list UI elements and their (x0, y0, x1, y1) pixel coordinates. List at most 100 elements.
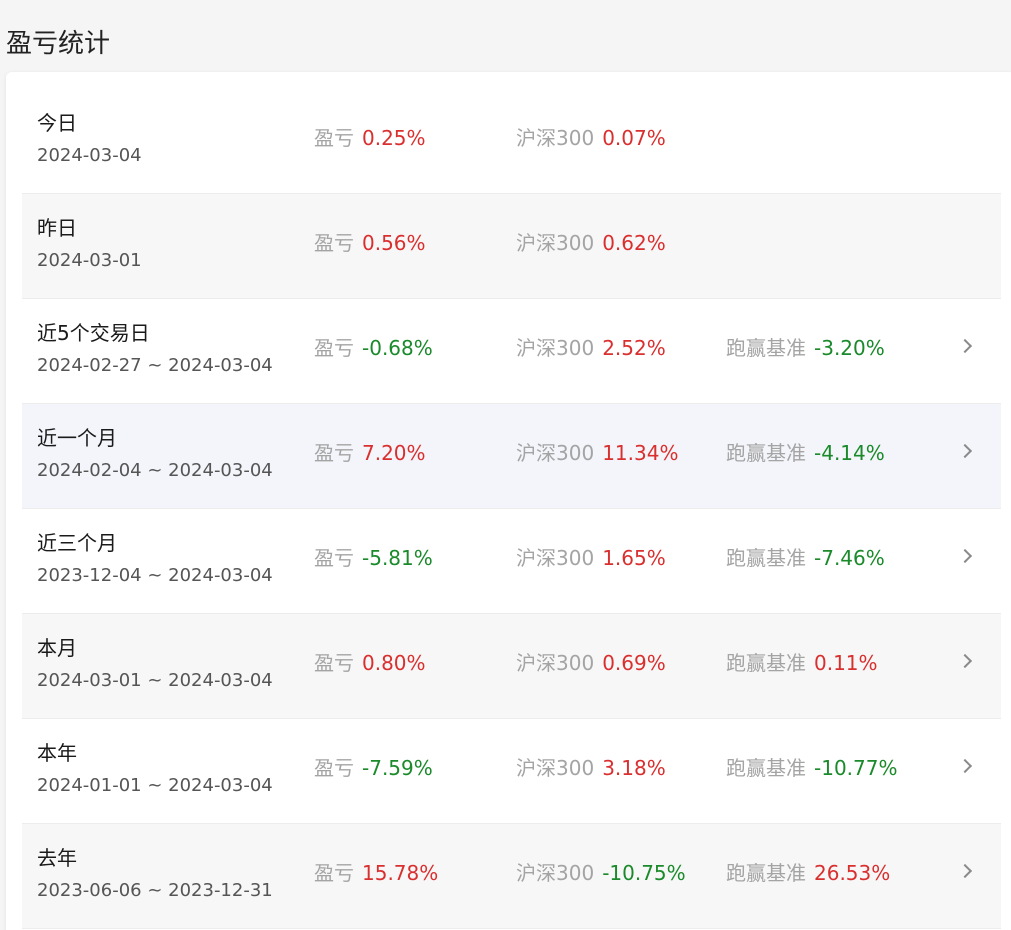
stats-row-this-year[interactable]: 本年 2024-01-01 ~ 2024-03-04 盈亏 -7.59% 沪深30… (22, 719, 1001, 824)
benchmark-value: 11.34% (602, 441, 679, 465)
benchmark-metric: 沪深300 1.65% (516, 544, 666, 572)
beat-key: 跑赢基准 (726, 756, 806, 780)
benchmark-key: 沪深300 (516, 336, 595, 360)
pnl-metric: 盈亏 -7.59% (314, 754, 433, 782)
beat-key: 跑赢基准 (726, 546, 806, 570)
pnl-key: 盈亏 (314, 441, 354, 465)
beat-value: -3.20% (814, 336, 885, 360)
pnl-value: 15.78% (362, 861, 439, 885)
benchmark-key: 沪深300 (516, 441, 595, 465)
pnl-metric: 盈亏 -0.68% (314, 334, 433, 362)
benchmark-key: 沪深300 (516, 546, 595, 570)
stats-row-last-year[interactable]: 去年 2023-06-06 ~ 2023-12-31 盈亏 15.78% 沪深30… (22, 824, 1001, 929)
beat-metric: 跑赢基准 0.11% (726, 649, 878, 677)
benchmark-metric: 沪深300 0.69% (516, 649, 666, 677)
chevron-right-icon[interactable] (957, 443, 973, 459)
beat-key: 跑赢基准 (726, 441, 806, 465)
period-label: 近5个交易日 (37, 321, 150, 345)
period-date: 2023-12-04 ~ 2024-03-04 (37, 565, 273, 586)
beat-metric: 跑赢基准 26.53% (726, 859, 890, 887)
benchmark-metric: 沪深300 3.18% (516, 754, 666, 782)
stats-row-yesterday[interactable]: 昨日 2024-03-01 盈亏 0.56% 沪深300 0.62% (22, 194, 1001, 299)
chevron-right-icon[interactable] (957, 548, 973, 564)
pnl-metric: 盈亏 0.56% (314, 229, 426, 257)
period-label: 昨日 (37, 216, 77, 240)
benchmark-value: 0.62% (602, 231, 666, 255)
period-label: 今日 (37, 111, 77, 135)
benchmark-metric: 沪深300 11.34% (516, 439, 678, 467)
benchmark-key: 沪深300 (516, 231, 595, 255)
benchmark-value: 2.52% (602, 336, 666, 360)
period-label: 本月 (37, 636, 77, 660)
beat-metric: 跑赢基准 -10.77% (726, 754, 897, 782)
benchmark-value: 1.65% (602, 546, 666, 570)
chevron-right-icon[interactable] (957, 653, 973, 669)
beat-key: 跑赢基准 (726, 336, 806, 360)
stats-list: 今日 2024-03-04 盈亏 0.25% 沪深300 0.07% 昨日 2024… (22, 89, 1001, 929)
period-label: 去年 (37, 846, 77, 870)
benchmark-metric: 沪深300 0.62% (516, 229, 666, 257)
beat-key: 跑赢基准 (726, 861, 806, 885)
period-label: 本年 (37, 741, 77, 765)
period-date: 2024-01-01 ~ 2024-03-04 (37, 775, 273, 796)
stats-row-last-5-days[interactable]: 近5个交易日 2024-02-27 ~ 2024-03-04 盈亏 -0.68% … (22, 299, 1001, 404)
pnl-metric: 盈亏 0.80% (314, 649, 426, 677)
beat-key: 跑赢基准 (726, 651, 806, 675)
pnl-key: 盈亏 (314, 231, 354, 255)
benchmark-metric: 沪深300 0.07% (516, 124, 666, 152)
beat-value: 26.53% (814, 861, 891, 885)
pnl-key: 盈亏 (314, 756, 354, 780)
stats-row-this-month[interactable]: 本月 2024-03-01 ~ 2024-03-04 盈亏 0.80% 沪深300… (22, 614, 1001, 719)
beat-value: 0.11% (814, 651, 878, 675)
stats-row-today[interactable]: 今日 2024-03-04 盈亏 0.25% 沪深300 0.07% (22, 89, 1001, 194)
pnl-key: 盈亏 (314, 336, 354, 360)
period-date: 2023-06-06 ~ 2023-12-31 (37, 880, 273, 901)
benchmark-key: 沪深300 (516, 861, 595, 885)
chevron-right-icon[interactable] (957, 338, 973, 354)
chevron-right-icon[interactable] (957, 758, 973, 774)
pnl-metric: 盈亏 -5.81% (314, 544, 433, 572)
pnl-value: 0.80% (362, 651, 426, 675)
pnl-metric: 盈亏 15.78% (314, 859, 438, 887)
pnl-value: -7.59% (362, 756, 433, 780)
pnl-key: 盈亏 (314, 546, 354, 570)
period-label: 近三个月 (37, 531, 117, 555)
period-date: 2024-03-01 ~ 2024-03-04 (37, 670, 273, 691)
benchmark-value: 0.69% (602, 651, 666, 675)
page: 盈亏统计 今日 2024-03-04 盈亏 0.25% 沪深300 0.07% 昨日… (0, 0, 1011, 930)
period-date: 2024-03-01 (37, 250, 142, 271)
pnl-value: -0.68% (362, 336, 433, 360)
benchmark-value: -10.75% (602, 861, 686, 885)
benchmark-key: 沪深300 (516, 651, 595, 675)
period-date: 2024-03-04 (37, 145, 142, 166)
beat-metric: 跑赢基准 -7.46% (726, 544, 885, 572)
pnl-key: 盈亏 (314, 651, 354, 675)
benchmark-metric: 沪深300 2.52% (516, 334, 666, 362)
pnl-value: 0.56% (362, 231, 426, 255)
pnl-metric: 盈亏 0.25% (314, 124, 426, 152)
period-label: 近一个月 (37, 426, 117, 450)
benchmark-value: 3.18% (602, 756, 666, 780)
benchmark-key: 沪深300 (516, 126, 595, 150)
page-title: 盈亏统计 (6, 29, 111, 59)
stats-row-last-month[interactable]: 近一个月 2024-02-04 ~ 2024-03-04 盈亏 7.20% 沪深3… (22, 404, 1001, 509)
period-date: 2024-02-04 ~ 2024-03-04 (37, 460, 273, 481)
pnl-value: 0.25% (362, 126, 426, 150)
pnl-metric: 盈亏 7.20% (314, 439, 426, 467)
benchmark-key: 沪深300 (516, 756, 595, 780)
benchmark-metric: 沪深300 -10.75% (516, 859, 686, 887)
stats-card: 今日 2024-03-04 盈亏 0.25% 沪深300 0.07% 昨日 2024… (6, 72, 1011, 930)
beat-value: -4.14% (814, 441, 885, 465)
beat-metric: 跑赢基准 -3.20% (726, 334, 885, 362)
chevron-right-icon[interactable] (957, 863, 973, 879)
stats-row-last-3-months[interactable]: 近三个月 2023-12-04 ~ 2024-03-04 盈亏 -5.81% 沪深… (22, 509, 1001, 614)
pnl-key: 盈亏 (314, 126, 354, 150)
benchmark-value: 0.07% (602, 126, 666, 150)
pnl-key: 盈亏 (314, 861, 354, 885)
pnl-value: -5.81% (362, 546, 433, 570)
beat-value: -10.77% (814, 756, 898, 780)
beat-metric: 跑赢基准 -4.14% (726, 439, 885, 467)
beat-value: -7.46% (814, 546, 885, 570)
pnl-value: 7.20% (362, 441, 426, 465)
period-date: 2024-02-27 ~ 2024-03-04 (37, 355, 273, 376)
